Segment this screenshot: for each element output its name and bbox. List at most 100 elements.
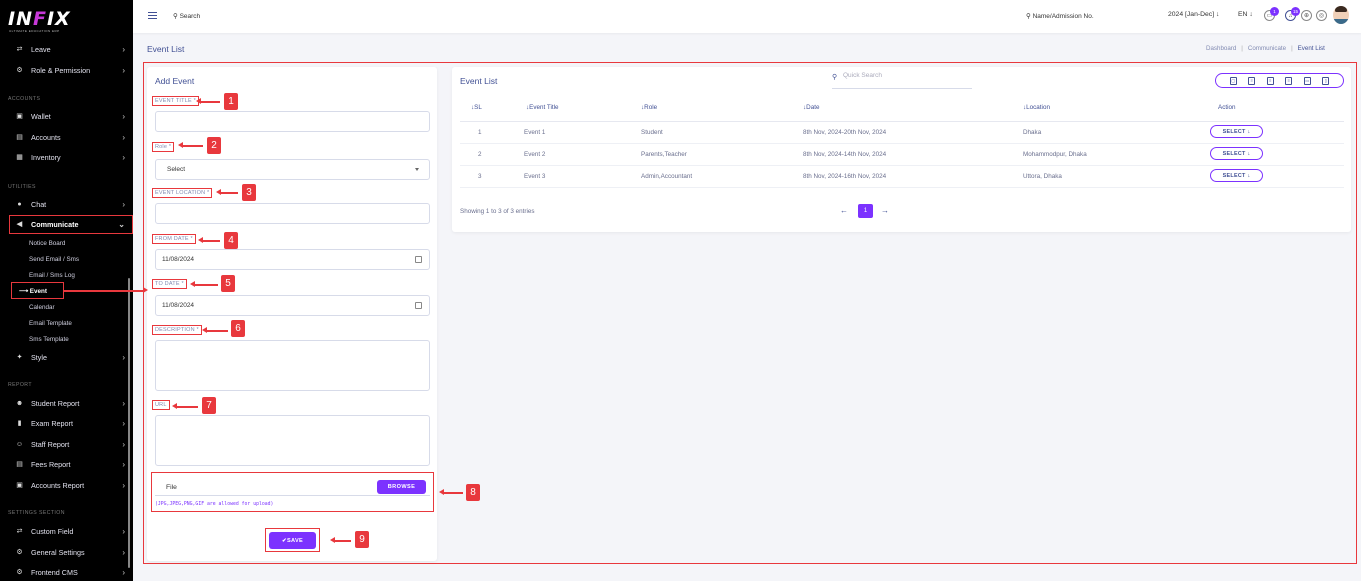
globe-icon[interactable]: ⊕ bbox=[1301, 10, 1312, 21]
logo: INFIX bbox=[8, 8, 71, 30]
sidebar-sub-email-template[interactable]: Email Template bbox=[29, 320, 72, 327]
column-header-location[interactable]: ↓Location bbox=[1023, 104, 1050, 111]
megaphone-icon: ◀ bbox=[16, 221, 23, 228]
chevron-right-icon: › bbox=[122, 398, 125, 408]
inventory-icon: ▦ bbox=[16, 154, 23, 161]
to-date-input[interactable]: 11/08/2024 bbox=[155, 295, 430, 316]
column-header-title[interactable]: ↓Event Title bbox=[526, 104, 559, 111]
chat-icon: ● bbox=[17, 200, 22, 208]
next-page-icon[interactable]: → bbox=[881, 206, 889, 215]
breadcrumb-communicate[interactable]: Communicate bbox=[1248, 45, 1286, 52]
column-header-date[interactable]: ↓Date bbox=[803, 104, 819, 111]
sidebar-sub-send-email-sms[interactable]: Send Email / Sms bbox=[29, 256, 79, 263]
sidebar-sub-event[interactable]: ⟶ Event bbox=[19, 288, 47, 295]
exam-report-icon: ▮ bbox=[17, 420, 22, 427]
sidebar-item-inventory[interactable]: ▦ Inventory › bbox=[15, 150, 125, 164]
event-title-input[interactable] bbox=[155, 111, 430, 132]
power-icon[interactable]: ◎ bbox=[1316, 10, 1327, 21]
section-settings: SETTINGS SECTION bbox=[8, 510, 65, 516]
sidebar-sub-email-sms-log[interactable]: Email / Sms Log bbox=[29, 272, 75, 279]
chevron-right-icon: › bbox=[122, 352, 125, 362]
calendar-icon[interactable] bbox=[415, 302, 422, 309]
export-button-group: ▢ ≡ ≡ ≡ ▭ ▯ bbox=[1215, 73, 1344, 88]
prev-page-icon[interactable]: ← bbox=[840, 206, 848, 215]
column-header-sl[interactable]: ↓SL bbox=[471, 104, 482, 111]
chevron-right-icon: › bbox=[122, 44, 125, 54]
menu-toggle-icon[interactable] bbox=[148, 12, 157, 21]
sidebar-sub-sms-template[interactable]: Sms Template bbox=[29, 336, 69, 343]
row-divider bbox=[460, 143, 1344, 144]
print-icon[interactable]: ▭ bbox=[1303, 76, 1311, 85]
chevron-right-icon: › bbox=[122, 111, 125, 121]
chevron-right-icon: › bbox=[122, 199, 125, 209]
custom-field-icon: ⇄ bbox=[16, 528, 23, 535]
browse-button[interactable]: BROWSE bbox=[377, 480, 426, 494]
cell-title: Event 2 bbox=[524, 151, 546, 158]
description-textarea[interactable] bbox=[155, 340, 430, 391]
sidebar-item-communicate[interactable]: ◀ Communicate ⌄ bbox=[15, 217, 125, 231]
cell-sl: 2 bbox=[478, 151, 482, 158]
sidebar-item-staff-report[interactable]: ☺ Staff Report › bbox=[15, 437, 125, 451]
sidebar-item-chat[interactable]: ● Chat › bbox=[15, 197, 125, 211]
save-button[interactable]: ✔ SAVE bbox=[269, 532, 316, 549]
sidebar-item-accounts-report[interactable]: ▣ Accounts Report › bbox=[15, 478, 125, 492]
sidebar-item-role-permission[interactable]: ⚙ Role & Permission › bbox=[15, 63, 125, 77]
breadcrumb-dashboard[interactable]: Dashboard bbox=[1206, 45, 1236, 52]
sidebar-item-general-settings[interactable]: ⚙ General Settings › bbox=[15, 545, 125, 559]
pdf-icon[interactable]: ≡ bbox=[1285, 76, 1293, 85]
csv-icon[interactable]: ≡ bbox=[1248, 76, 1256, 85]
callout-arrow bbox=[330, 537, 351, 543]
select-action-button[interactable]: SELECT ↓ bbox=[1210, 169, 1263, 182]
breadcrumb: Dashboard | Communicate | Event List bbox=[1206, 45, 1325, 52]
event-title-label: EVENT TITLE * bbox=[152, 96, 199, 106]
role-select[interactable]: Select bbox=[155, 159, 430, 180]
event-location-input[interactable] bbox=[155, 203, 430, 224]
sidebar-scrollbar[interactable] bbox=[128, 278, 130, 568]
sidebar-item-leave[interactable]: ⇄ Leave › bbox=[15, 42, 125, 56]
excel-icon[interactable]: ≡ bbox=[1266, 76, 1274, 85]
cell-title: Event 1 bbox=[524, 129, 546, 136]
leave-icon: ⇄ bbox=[16, 46, 23, 53]
wallet-icon: ▣ bbox=[16, 113, 23, 120]
sidebar-sub-notice-board[interactable]: Notice Board bbox=[29, 240, 65, 247]
column-header-action: Action bbox=[1218, 104, 1236, 111]
columns-icon[interactable]: ▯ bbox=[1322, 76, 1330, 85]
sidebar-item-student-report[interactable]: ☻ Student Report › bbox=[15, 396, 125, 410]
select-action-button[interactable]: SELECT ↓ bbox=[1210, 147, 1263, 160]
language-select[interactable]: EN ↓ bbox=[1238, 11, 1253, 18]
sidebar-item-wallet[interactable]: ▣ Wallet › bbox=[15, 109, 125, 123]
calendar-icon[interactable] bbox=[415, 256, 422, 263]
sidebar-item-exam-report[interactable]: ▮ Exam Report › bbox=[15, 416, 125, 430]
sidebar-sub-calendar[interactable]: Calendar bbox=[29, 304, 55, 311]
from-date-label: FROM DATE * bbox=[152, 234, 196, 244]
from-date-input[interactable]: 11/08/2024 bbox=[155, 249, 430, 270]
callout-arrow bbox=[178, 142, 203, 148]
session-select[interactable]: 2024 [Jan-Dec] ↓ bbox=[1168, 11, 1219, 18]
callout-2: 2 bbox=[207, 137, 221, 154]
sidebar-item-custom-field[interactable]: ⇄ Custom Field › bbox=[15, 524, 125, 538]
avatar[interactable] bbox=[1333, 6, 1349, 24]
callout-arrow bbox=[439, 489, 463, 495]
url-textarea[interactable] bbox=[155, 415, 430, 466]
file-label: File bbox=[166, 484, 177, 491]
sidebar-item-style[interactable]: ✦ Style › bbox=[15, 350, 125, 364]
admission-search[interactable]: ⚲ Name/Admission No. bbox=[1026, 12, 1094, 20]
quick-search-input[interactable]: ⚲ Quick Search bbox=[832, 72, 972, 89]
event-pointer-arrow bbox=[64, 287, 148, 293]
callout-arrow bbox=[198, 237, 220, 243]
column-header-role[interactable]: ↓Role bbox=[641, 104, 657, 111]
header-search[interactable]: ⚲ Search bbox=[173, 12, 200, 20]
sidebar-item-fees-report[interactable]: ▤ Fees Report › bbox=[15, 457, 125, 471]
sidebar-item-frontend-cms[interactable]: ⚙ Frontend CMS › bbox=[15, 565, 125, 579]
page-number-current[interactable]: 1 bbox=[858, 204, 873, 218]
select-action-button[interactable]: SELECT ↓ bbox=[1210, 125, 1263, 138]
chevron-right-icon: › bbox=[122, 480, 125, 490]
callout-6: 6 bbox=[231, 320, 245, 337]
callout-3: 3 bbox=[242, 184, 256, 201]
search-icon: ⚲ bbox=[832, 74, 838, 81]
sidebar-item-accounts[interactable]: ▤ Accounts › bbox=[15, 130, 125, 144]
copy-icon[interactable]: ▢ bbox=[1229, 76, 1237, 85]
description-label: DESCRIPTION * bbox=[152, 325, 202, 335]
arrow-down-icon: ↓ bbox=[1216, 11, 1220, 18]
chevron-right-icon: › bbox=[122, 132, 125, 142]
